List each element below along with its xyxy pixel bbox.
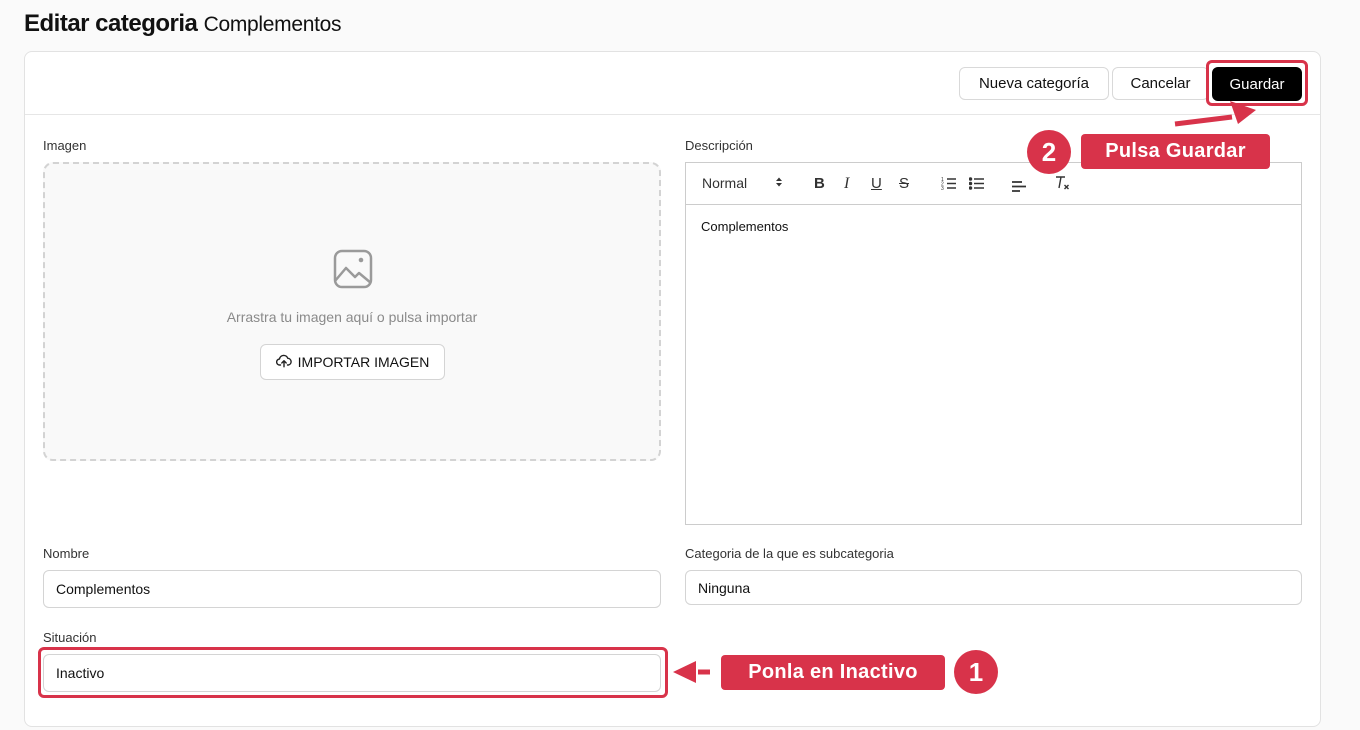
arrow-to-save-head-icon	[1230, 101, 1256, 124]
annotation-arrows	[673, 101, 1256, 683]
step-2-badge: Pulsa Guardar	[1081, 134, 1270, 169]
step-1-badge: Ponla en Inactivo	[721, 655, 945, 690]
arrow-to-status-head-icon	[673, 661, 696, 683]
step-1-number: 1	[954, 650, 998, 694]
arrow-to-save-icon	[1174, 114, 1233, 127]
step-2-number: 2	[1027, 130, 1071, 174]
